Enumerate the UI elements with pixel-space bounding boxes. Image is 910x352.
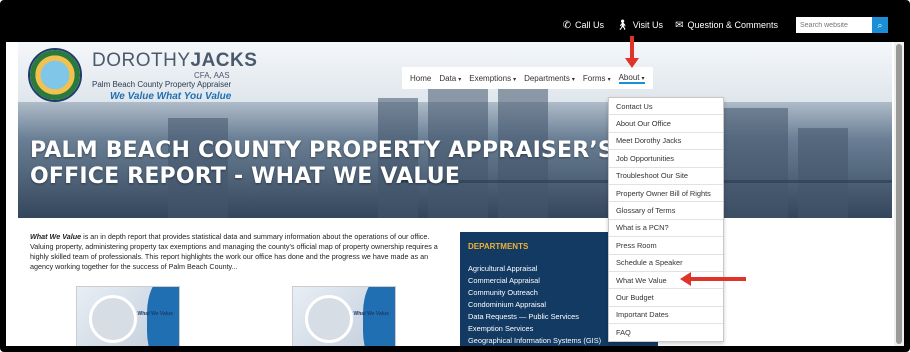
about-menu-item[interactable]: What is a PCN?: [609, 220, 723, 238]
utility-bar: ✆ Call Us 🚶︎ Visit Us ✉ Question & Comme…: [6, 6, 904, 42]
call-us-link[interactable]: ✆ Call Us: [563, 20, 604, 31]
page-title: PALM BEACH COUNTY PROPERTY APPRAISER’S O…: [30, 138, 614, 190]
report-accent-shape: [363, 287, 395, 346]
brand-credentials: CFA, AAS: [194, 71, 230, 80]
about-menu-item[interactable]: Job Opportunities: [609, 150, 723, 168]
brand-tagline: We Value What You Value: [110, 91, 232, 102]
about-dropdown-menu: Contact Us About Our Office Meet Dorothy J…: [608, 97, 724, 343]
nav-item-label: Departments: [524, 73, 570, 83]
nav-item-label: About: [618, 72, 640, 82]
scrollbar-thumb[interactable]: [896, 44, 902, 344]
caret-down-icon: ▾: [641, 75, 645, 82]
nav-item-exemptions[interactable]: Exemptions ▾: [469, 74, 516, 83]
brand-name: DOROTHYJACKS: [92, 50, 258, 71]
intro-paragraph: What We Value is an in depth report that…: [30, 232, 448, 272]
envelope-icon: ✉: [675, 19, 684, 31]
nav-item-departments[interactable]: Departments ▾: [524, 74, 575, 83]
annotation-arrow-down: [625, 36, 639, 68]
site-search: ⌕: [796, 17, 888, 33]
search-icon: ⌕: [877, 19, 883, 30]
about-menu-item[interactable]: Important Dates: [609, 307, 723, 325]
caret-down-icon: ▾: [513, 76, 517, 83]
nav-item-about[interactable]: About ▾: [618, 72, 645, 84]
about-menu-item[interactable]: Meet Dorothy Jacks: [609, 133, 723, 151]
report-photo: [305, 295, 353, 343]
nav-item-data[interactable]: Data ▾: [439, 74, 461, 83]
caret-down-icon: ▾: [571, 76, 575, 83]
caret-down-icon: ▾: [458, 76, 462, 83]
about-menu-item[interactable]: Schedule a Speaker: [609, 255, 723, 272]
questions-link[interactable]: ✉ Question & Comments: [675, 20, 778, 31]
walking-person-icon: 🚶︎: [616, 19, 629, 31]
nav-item-label: Home: [410, 73, 432, 83]
annotation-arrow-left: [680, 272, 746, 286]
about-menu-item[interactable]: FAQ: [609, 324, 723, 341]
about-menu-item[interactable]: About Our Office: [609, 115, 723, 133]
caret-down-icon: ▾: [607, 76, 611, 83]
nav-item-label: Exemptions: [469, 73, 512, 83]
page-scrollbar[interactable]: [894, 42, 904, 346]
about-menu-item[interactable]: Press Room: [609, 237, 723, 255]
nav-item-label: Forms: [582, 73, 606, 83]
phone-icon: ✆: [562, 19, 571, 31]
nav-item-forms[interactable]: Forms ▾: [583, 74, 611, 83]
browser-frame: ✆ Call Us 🚶︎ Visit Us ✉ Question & Comme…: [0, 0, 910, 352]
report-thumbnail-label: What We Value: [137, 311, 173, 317]
nav-item-home[interactable]: Home: [410, 74, 431, 83]
report-photo: [89, 295, 137, 343]
report-thumbnail-label: What We Value: [353, 311, 389, 317]
report-thumbnail[interactable]: What We Value: [76, 286, 180, 346]
main-content: What We Value is an in depth report that…: [18, 218, 892, 346]
visit-us-link[interactable]: 🚶︎ Visit Us: [616, 20, 663, 31]
intro-lead: What We Value: [30, 232, 82, 241]
report-thumbnail[interactable]: What We Value: [292, 286, 396, 346]
nav-item-label: Data: [439, 73, 457, 83]
search-input[interactable]: [796, 17, 872, 33]
visit-us-label: Visit Us: [632, 20, 664, 30]
hero-banner: DOROTHYJACKS CFA, AAS Palm Beach County …: [18, 42, 892, 218]
call-us-label: Call Us: [575, 20, 605, 30]
questions-label: Question & Comments: [687, 20, 778, 30]
main-nav: Home Data ▾ Exemptions ▾ Departments ▾ Forms ▾ Ab…: [402, 67, 653, 89]
about-menu-item[interactable]: Our Budget: [609, 289, 723, 307]
county-seal-icon: [28, 48, 82, 102]
page-title-line-2: OFFICE REPORT - WHAT WE VALUE: [30, 164, 461, 189]
about-menu-item[interactable]: Contact Us: [609, 98, 723, 116]
site-logo[interactable]: DOROTHYJACKS CFA, AAS Palm Beach County …: [26, 46, 257, 106]
about-menu-item[interactable]: Troubleshoot Our Site: [609, 168, 723, 185]
building-shape: [798, 128, 848, 218]
search-button[interactable]: ⌕: [872, 17, 888, 33]
page-title-line-1: PALM BEACH COUNTY PROPERTY APPRAISER’S: [30, 138, 614, 163]
intro-body: is an in depth report that provides stat…: [30, 232, 438, 271]
about-menu-item[interactable]: Property Owner Bill of Rights: [609, 185, 723, 203]
about-menu-item[interactable]: Glossary of Terms: [609, 202, 723, 220]
report-accent-shape: [147, 287, 179, 346]
brand-subtitle: Palm Beach County Property Appraiser: [92, 80, 232, 89]
building-shape: [718, 108, 788, 218]
